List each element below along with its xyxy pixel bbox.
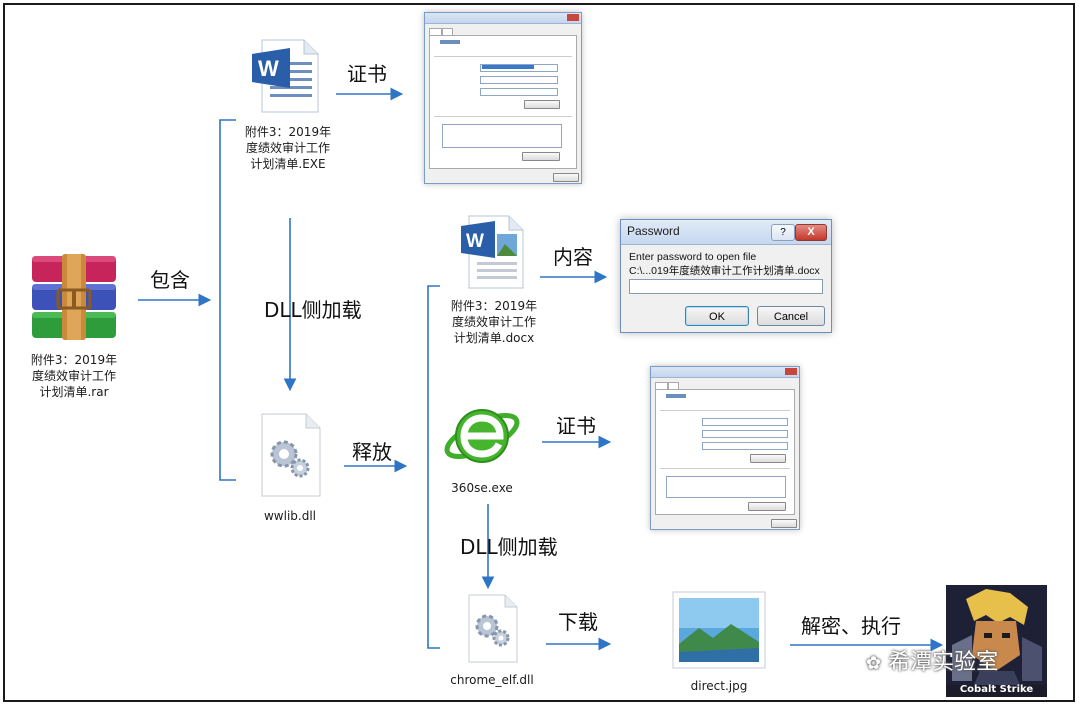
edge-label-download: 下载 (558, 610, 598, 634)
password-dialog-titlebar: Password ? X (621, 220, 831, 245)
node-chrome-elf[interactable]: chrome_elf.dll (444, 592, 540, 688)
edge-label-cert2: 证书 (556, 414, 596, 438)
dll-gear-file-icon (468, 594, 518, 663)
cobalt-strike-caption: Cobalt Strike (959, 684, 1034, 695)
certificate-dialog-2 (650, 366, 800, 530)
node-rar-caption: 附件3：2019年 度绩效审计工作 计划清单.rar (30, 353, 118, 399)
certificate-dialog-1 (424, 12, 582, 184)
bracket-left (219, 119, 236, 481)
node-docx-caption: 附件3：2019年 度绩效审计工作 计划清单.docx (450, 299, 538, 345)
edge-label-cert1: 证书 (347, 62, 387, 86)
winrar-archive-icon (32, 254, 116, 340)
password-dialog: Password ? X Enter password to open file… (620, 219, 832, 333)
node-exe-caption: 附件3：2019年 度绩效审计工作 计划清单.EXE (244, 125, 332, 171)
dll-gear-file-icon (261, 413, 321, 497)
edge-label-dll-side2: DLL侧加载 (460, 535, 558, 559)
watermark-text: 希潭实验室 (888, 650, 999, 675)
cancel-button[interactable]: Cancel (757, 306, 825, 326)
password-message-line2: C:\...019年度绩效审计工作计划清单.docx (629, 265, 820, 277)
ok-button[interactable]: OK (685, 306, 749, 326)
password-dialog-title: Password (627, 224, 680, 238)
password-dialog-message: Enter password to open file C:\...019年度绩… (629, 250, 820, 278)
help-button[interactable]: ? (771, 224, 795, 241)
image-file-icon (672, 591, 766, 669)
node-chrome-elf-caption: chrome_elf.dll (450, 673, 534, 687)
node-cobalt-strike[interactable]: Cobalt Strike (946, 585, 1047, 697)
node-direct-caption: direct.jpg (690, 679, 748, 693)
watermark: ✿ 希潭实验室 (866, 644, 998, 676)
node-360se[interactable]: 360se.exe (436, 398, 528, 496)
word-document-icon: W (252, 39, 319, 113)
node-exe[interactable]: W 附件3：2019年 度绩效审计工作 计划清单.EXE (238, 36, 338, 172)
word-document-icon: W (461, 215, 524, 289)
edge-label-dll-side1: DLL侧加载 (264, 298, 362, 322)
node-rar[interactable]: 附件3：2019年 度绩效审计工作 计划清单.rar (14, 252, 134, 400)
svg-text:W: W (466, 231, 484, 252)
wechat-icon: ✿ (866, 653, 882, 674)
password-message-line1: Enter password to open file (629, 251, 757, 263)
node-wwlib-caption: wwlib.dll (263, 509, 316, 523)
node-direct[interactable]: direct.jpg (662, 588, 776, 694)
svg-text:W: W (258, 56, 279, 81)
password-input[interactable] (629, 279, 823, 294)
node-docx[interactable]: W 附件3：2019年 度绩效审计工作 计划清单.docx (446, 212, 542, 346)
360-browser-icon (444, 409, 520, 463)
node-360se-caption: 360se.exe (451, 481, 513, 495)
edge-label-release: 释放 (352, 440, 392, 464)
node-wwlib[interactable]: wwlib.dll (240, 410, 340, 524)
close-button[interactable]: X (795, 224, 827, 241)
edge-label-content: 内容 (553, 245, 593, 269)
edge-label-decrypt-exec: 解密、执行 (801, 614, 901, 638)
edge-label-contains: 包含 (150, 268, 190, 292)
diagram-stage: 包含 证书 DLL侧加载 释放 内容 证书 DLL侧加载 下载 解密、执行 附件… (0, 0, 1080, 707)
